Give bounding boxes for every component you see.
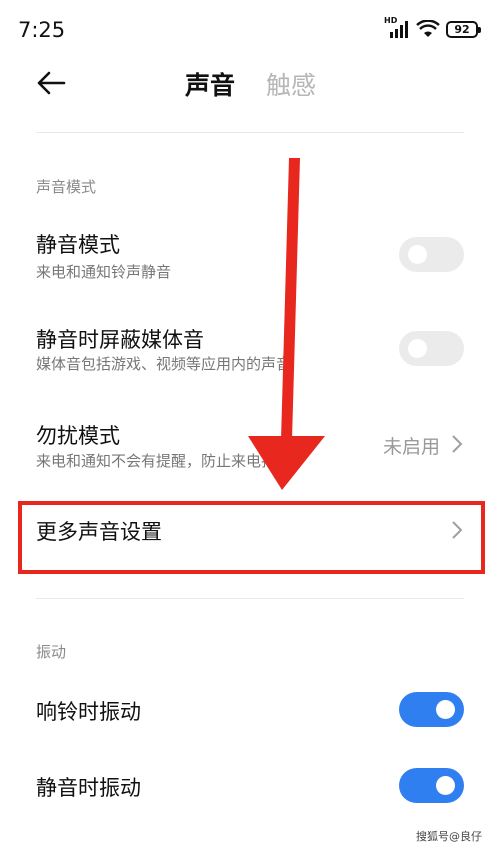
tab-haptics[interactable]: 触感: [266, 66, 316, 102]
row-title: 静音时屏蔽媒体音: [36, 328, 204, 352]
toggle-knob: [408, 339, 427, 358]
row-title: 更多声音设置: [36, 520, 162, 544]
setting-row-mute-media[interactable]: 静音时屏蔽媒体音 媒体音包括游戏、视频等应用内的声音: [0, 318, 500, 388]
status-icons: HD 92: [384, 16, 481, 38]
row-subtitle: 来电和通知不会有提醒，防止来电打扰: [36, 452, 292, 470]
mute-media-toggle[interactable]: [399, 331, 464, 366]
setting-row-more-sound[interactable]: 更多声音设置: [0, 505, 500, 571]
toggle-knob: [436, 700, 455, 719]
divider: [36, 132, 464, 133]
battery-icon: 92: [446, 20, 481, 38]
toggle-knob: [436, 776, 455, 795]
status-time: 7:25: [18, 18, 66, 42]
vibrate-ring-toggle[interactable]: [399, 692, 464, 727]
divider: [36, 598, 464, 599]
section-title-sound-mode: 声音模式: [36, 178, 97, 196]
row-subtitle: 媒体音包括游戏、视频等应用内的声音: [36, 355, 292, 373]
network-type-label: HD: [384, 16, 398, 25]
watermark: 搜狐号@良仔: [416, 830, 482, 843]
tab-sound[interactable]: 声音: [185, 66, 235, 102]
section-title-vibration: 振动: [36, 643, 67, 661]
signal-icon: HD: [384, 16, 410, 38]
row-title: 勿扰模式: [36, 424, 120, 448]
header: 声音 触感: [0, 58, 500, 116]
wifi-icon: [416, 20, 440, 37]
vibrate-silent-toggle[interactable]: [399, 768, 464, 803]
setting-row-dnd[interactable]: 勿扰模式 来电和通知不会有提醒，防止来电打扰 未启用: [0, 413, 500, 483]
row-subtitle: 来电和通知铃声静音: [36, 263, 172, 281]
toggle-knob: [408, 245, 427, 264]
row-title: 响铃时振动: [36, 700, 141, 724]
row-title: 静音时振动: [36, 776, 141, 800]
setting-row-vibrate-silent[interactable]: 静音时振动: [0, 763, 500, 811]
silent-mode-toggle[interactable]: [399, 237, 464, 272]
chevron-right-icon: [452, 435, 463, 453]
setting-row-vibrate-ring[interactable]: 响铃时振动: [0, 688, 500, 736]
setting-row-silent-mode[interactable]: 静音模式 来电和通知铃声静音: [0, 222, 500, 292]
status-bar: 7:25 HD 92: [0, 0, 500, 58]
dnd-status-value: 未启用: [382, 436, 440, 458]
chevron-right-icon: [452, 521, 463, 539]
row-title: 静音模式: [36, 233, 120, 257]
back-arrow-icon[interactable]: [34, 68, 68, 98]
